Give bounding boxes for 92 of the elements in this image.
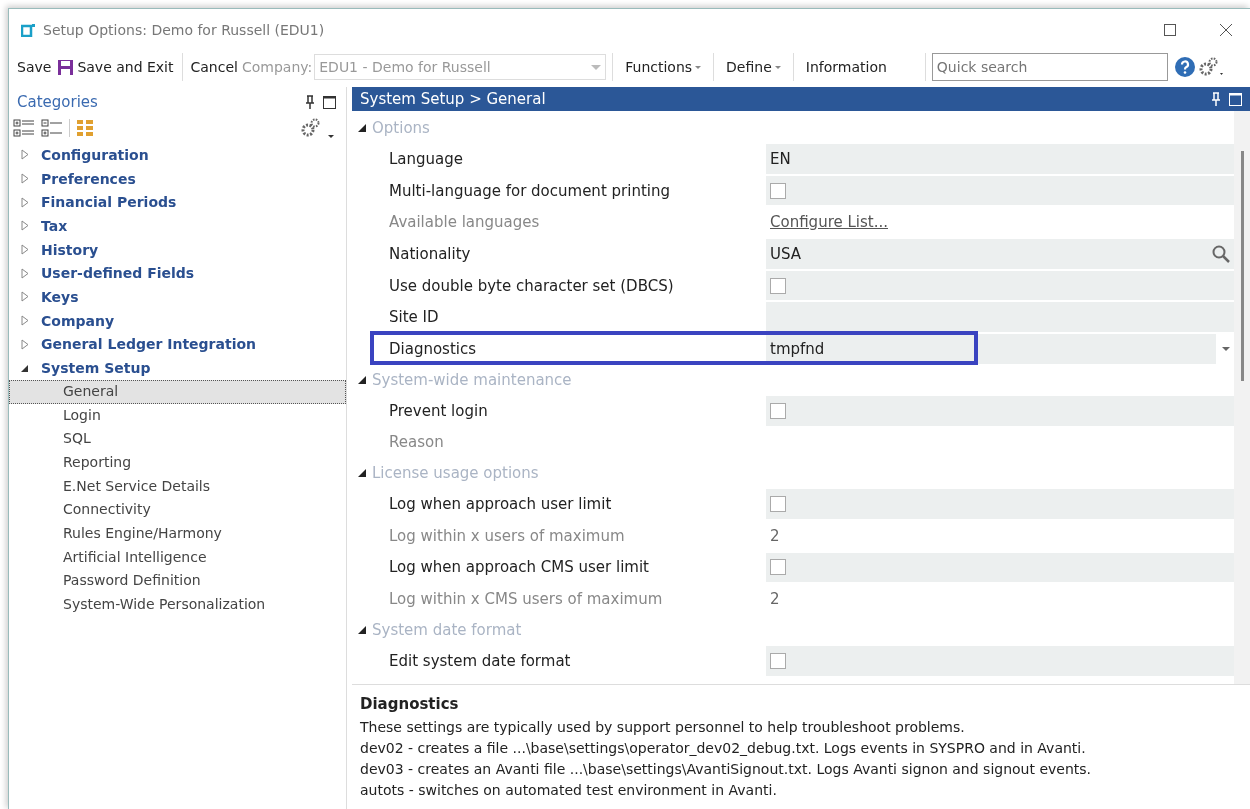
panel-title: Categories — [17, 93, 98, 111]
property-label: Log when approach user limit — [388, 495, 613, 514]
section-title: License usage options — [372, 464, 539, 483]
property-label: Multi-language for document printing — [388, 181, 671, 200]
dropdown-field[interactable]: tmpfnd — [766, 334, 1216, 364]
tree-item[interactable]: Connectivity — [9, 498, 346, 522]
property-label: Language — [388, 149, 465, 168]
save-button[interactable]: Save — [15, 57, 54, 77]
help-text: autots - switches on automated test environment in Avanti. — [360, 781, 778, 800]
breadcrumb: System Setup > General — [360, 90, 546, 108]
menu-dropdown-button[interactable]: Functions — [623, 57, 704, 77]
tree-item[interactable]: System-Wide Personalization — [9, 593, 346, 617]
lookup-field[interactable]: USA — [766, 239, 1234, 269]
property-label: Diagnostics — [388, 339, 478, 358]
property-value: 2 — [770, 590, 780, 609]
collapse-arrow-icon[interactable] — [358, 124, 366, 132]
menu-dropdown-button[interactable]: Define — [724, 57, 783, 77]
property-label: Log within x CMS users of maximum — [388, 590, 664, 609]
expand-arrow-icon[interactable] — [21, 149, 29, 161]
help-title: Diagnostics — [360, 695, 460, 713]
tree-item[interactable]: Financial Periods — [41, 194, 177, 211]
pin-icon[interactable] — [305, 95, 315, 109]
tree-item[interactable]: History — [41, 241, 99, 258]
collapse-arrow-icon[interactable] — [358, 469, 366, 478]
property-value: 2 — [770, 526, 780, 545]
collapse-arrow-icon[interactable] — [358, 625, 366, 634]
section-title: System-wide maintenance — [372, 370, 572, 389]
property-label: Log within x users of maximum — [388, 526, 626, 545]
property-label: Prevent login — [388, 401, 489, 420]
text-field[interactable] — [766, 302, 1234, 333]
help-text: dev03 - creates an Avanti file ...\base\settings\AvantiSignout.txt. Logs Avanti signon and signout events. — [360, 760, 1093, 779]
save-icon — [57, 58, 75, 76]
tree-item[interactable]: Keys — [41, 288, 79, 305]
tree-item[interactable]: User-defined Fields — [41, 265, 195, 282]
property-label: Site ID — [388, 308, 440, 327]
collapse-all-icon[interactable] — [41, 119, 63, 137]
tree-item[interactable]: Company — [41, 312, 115, 329]
search-icon[interactable] — [1212, 244, 1230, 263]
tree-item[interactable]: Preferences — [41, 170, 136, 187]
company-label: Company: — [241, 59, 313, 75]
property-label: Nationality — [388, 244, 472, 263]
expand-arrow-icon[interactable] — [21, 291, 29, 303]
expand-arrow-icon[interactable] — [21, 220, 29, 232]
section-title: Options — [372, 119, 430, 137]
maximize-icon[interactable] — [323, 95, 336, 109]
save-and-exit-button[interactable]: Save and Exit — [55, 56, 176, 78]
maximize-icon[interactable] — [1164, 24, 1176, 36]
help-icon[interactable] — [1173, 56, 1196, 78]
expand-arrow-icon[interactable] — [21, 315, 29, 327]
tree-item[interactable]: Configuration — [41, 146, 149, 163]
search-field[interactable]: Quick search — [931, 53, 1168, 81]
section-title: System date format — [372, 620, 522, 639]
tree-item[interactable]: Reporting — [9, 450, 346, 475]
expand-arrow-icon[interactable] — [21, 338, 29, 350]
text-field[interactable]: EN — [766, 144, 1234, 174]
property-label: Edit system date format — [388, 651, 572, 670]
property-label: Use double byte character set (DBCS) — [388, 276, 675, 295]
collapse-arrow-icon[interactable] — [358, 375, 366, 384]
checkbox[interactable] — [770, 559, 786, 576]
close-icon[interactable] — [1220, 24, 1232, 36]
tree-item[interactable]: System Setup — [41, 360, 151, 377]
property-label: Reason — [388, 433, 445, 452]
scrollbar[interactable] — [1234, 111, 1250, 684]
checkbox[interactable] — [770, 182, 786, 199]
checkbox[interactable] — [770, 277, 786, 294]
tree-item[interactable]: Rules Engine/Harmony — [9, 522, 346, 546]
help-text: These settings are typically used by support personnel to help troubleshoot problems. — [360, 718, 966, 737]
tree-item[interactable]: Tax — [41, 217, 68, 234]
tree-item[interactable]: General — [9, 379, 346, 404]
tree-item[interactable]: SQL — [9, 427, 346, 451]
cancel-button[interactable]: Cancel — [188, 57, 240, 77]
expand-all-icon[interactable] — [13, 119, 35, 137]
expand-arrow-icon[interactable] — [21, 196, 29, 208]
property-label: Available languages — [388, 213, 541, 232]
window-title: Setup Options: Demo for Russell (EDU1) — [43, 22, 325, 38]
menu-button[interactable]: Information — [803, 57, 889, 77]
settings-icon[interactable] — [300, 117, 336, 139]
expand-arrow-icon[interactable] — [21, 267, 29, 279]
app-icon — [21, 23, 35, 37]
tree-item[interactable]: Artificial Intelligence — [9, 545, 346, 570]
tree-item[interactable]: E.Net Service Details — [9, 474, 346, 499]
expand-arrow-icon[interactable] — [21, 244, 29, 256]
checkbox[interactable] — [770, 652, 786, 669]
tree-item[interactable]: Password Definition — [9, 569, 346, 594]
tree-item[interactable]: General Ledger Integration — [41, 336, 257, 353]
checkbox[interactable] — [770, 402, 786, 419]
property-label: Log when approach CMS user limit — [388, 558, 650, 577]
help-text: dev02 - creates a file ...\base\settings\operator_dev02_debug.txt. Logs events in SYSPRO and in Avanti. — [360, 739, 1087, 758]
checkbox[interactable] — [770, 496, 786, 513]
settings-icon[interactable] — [1197, 56, 1226, 78]
expand-arrow-icon[interactable] — [21, 173, 29, 185]
tree-item[interactable]: Login — [9, 403, 346, 428]
